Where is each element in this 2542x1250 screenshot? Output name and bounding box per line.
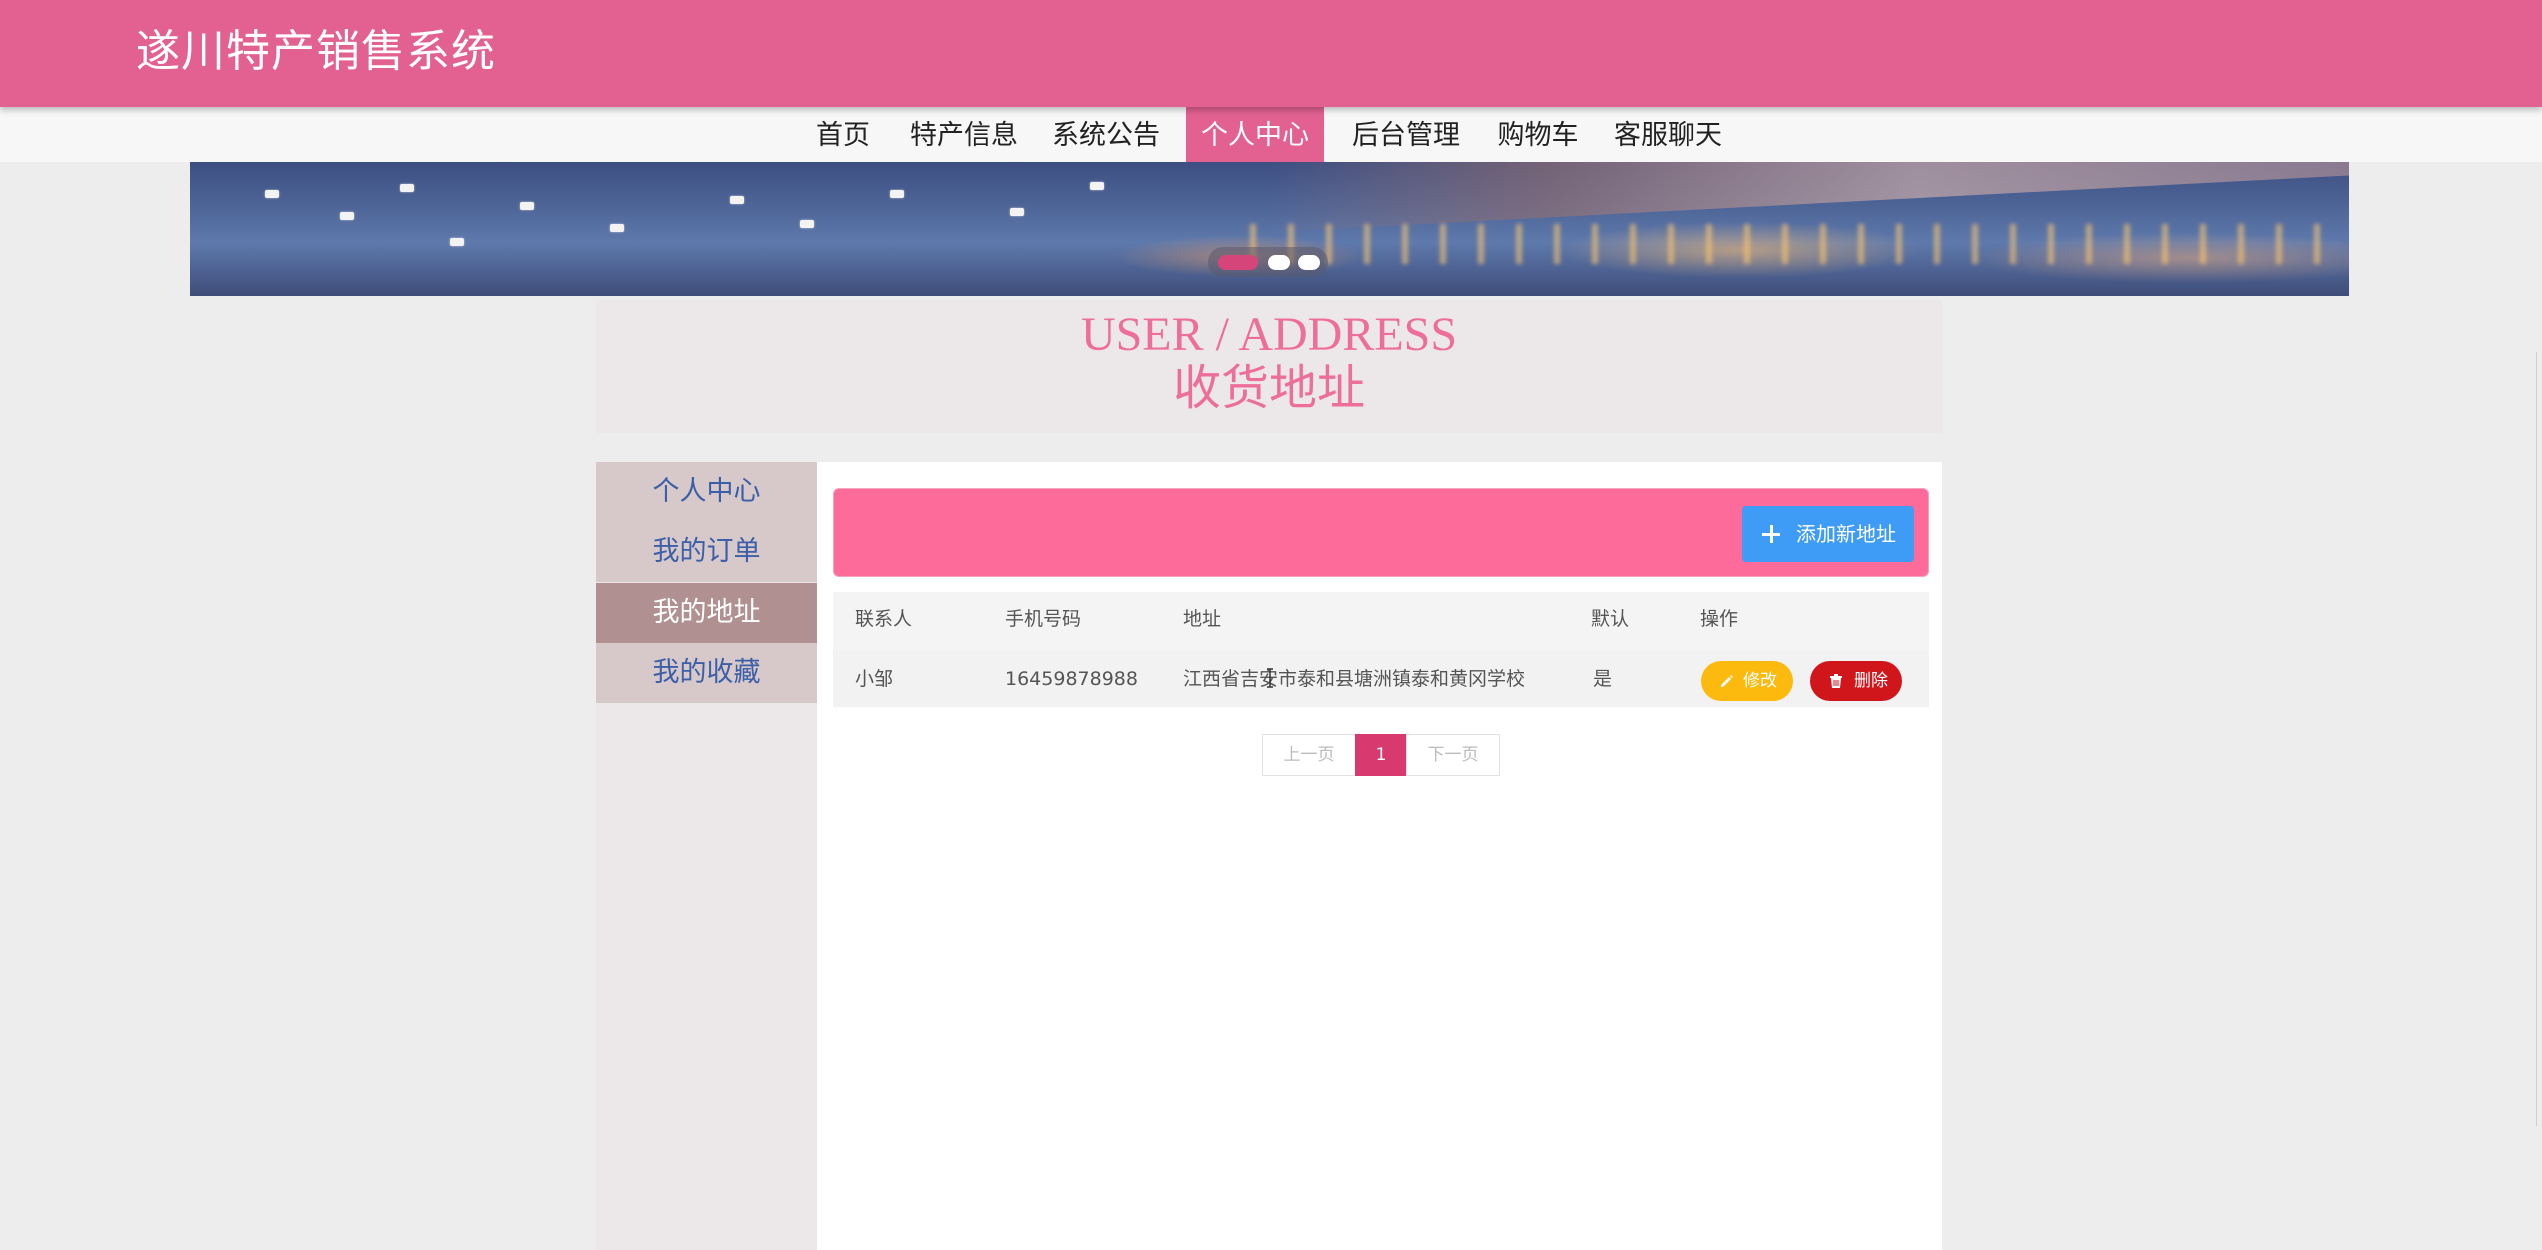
prev-page-button[interactable]: 上一页: [1262, 734, 1356, 776]
edit-address-button[interactable]: 修改: [1701, 661, 1793, 701]
plus-icon: [1762, 525, 1780, 543]
boat-decoration: [890, 190, 904, 198]
app-title: 遂川特产销售系统: [136, 26, 496, 77]
carousel-dot-3[interactable]: [1298, 255, 1320, 270]
add-address-button[interactable]: 添加新地址: [1742, 506, 1914, 562]
edit-label: 修改: [1743, 671, 1777, 691]
heading-english: USER / ADDRESS: [1080, 308, 1458, 361]
nav-item-cart[interactable]: 购物车: [1492, 107, 1584, 162]
heading-chinese: 收货地址: [1172, 360, 1365, 416]
top-header: 遂川特产销售系统: [0, 0, 2542, 107]
sidebar-item-favorites[interactable]: 我的收藏: [596, 643, 817, 703]
column-header-address: 地址: [1183, 608, 1222, 630]
next-page-button[interactable]: 下一页: [1406, 734, 1500, 776]
column-header-contact: 联系人: [855, 608, 913, 630]
page-number-button[interactable]: 1: [1355, 734, 1407, 776]
boat-decoration: [340, 212, 354, 220]
column-header-phone: 手机号码: [1005, 608, 1082, 630]
nav-item-admin[interactable]: 后台管理: [1348, 107, 1464, 162]
nav-item-home[interactable]: 首页: [808, 107, 878, 162]
add-address-label: 添加新地址: [1796, 522, 1896, 546]
sidebar-item-addresses[interactable]: 我的地址: [596, 583, 817, 643]
table-row: 小邹 16459878988 江西省吉安市泰和县塘洲镇泰和黄冈学校 是 修改 删…: [833, 650, 1929, 707]
pencil-icon: [1721, 675, 1733, 687]
boat-decoration: [265, 190, 279, 198]
carousel-indicators: [1208, 247, 1328, 277]
banner-shoreline: [1270, 162, 2349, 232]
carousel-dot-2[interactable]: [1268, 255, 1290, 270]
address-table: 联系人 手机号码 地址 默认 操作 小邹 16459878988 江西省吉安市泰…: [833, 592, 1929, 707]
nav-item-announcements[interactable]: 系统公告: [1048, 107, 1164, 162]
boat-decoration: [730, 196, 744, 204]
boat-decoration: [450, 238, 464, 246]
boat-decoration: [520, 202, 534, 210]
boat-decoration: [800, 220, 814, 228]
boat-decoration: [1010, 208, 1024, 216]
sidebar-menu: 个人中心 我的订单 我的地址 我的收藏: [596, 462, 817, 1250]
trash-icon: [1830, 674, 1842, 688]
nav-item-chat[interactable]: 客服聊天: [1610, 107, 1726, 162]
main-nav: 首页 特产信息 系统公告 个人中心 后台管理 购物车 客服聊天: [0, 107, 2542, 162]
scrollbar-track[interactable]: [2536, 352, 2542, 1126]
delete-label: 删除: [1854, 671, 1888, 691]
column-header-actions: 操作: [1700, 608, 1739, 630]
boat-decoration: [1090, 182, 1104, 190]
boat-decoration: [400, 184, 414, 192]
address-toolbar: 添加新地址: [833, 488, 1929, 577]
nav-item-personal-center[interactable]: 个人中心: [1186, 107, 1324, 162]
section-heading: USER / ADDRESS 收货地址: [596, 300, 1942, 433]
sidebar-item-orders[interactable]: 我的订单: [596, 522, 817, 582]
cell-contact: 小邹: [855, 668, 894, 690]
cell-address: 江西省吉安市泰和县塘洲镇泰和黄冈学校: [1183, 668, 1526, 690]
boat-decoration: [610, 224, 624, 232]
nav-item-products[interactable]: 特产信息: [906, 107, 1022, 162]
banner-city-lights: [1250, 224, 2349, 264]
text-cursor-icon: [1267, 668, 1273, 688]
cell-default: 是: [1593, 668, 1613, 690]
delete-address-button[interactable]: 删除: [1810, 661, 1902, 701]
sidebar-item-personal-center[interactable]: 个人中心: [596, 462, 817, 522]
banner-carousel: [190, 162, 2349, 296]
carousel-dot-1[interactable]: [1218, 255, 1258, 270]
cell-phone: 16459878988: [1005, 668, 1138, 690]
column-header-default: 默认: [1591, 608, 1630, 630]
